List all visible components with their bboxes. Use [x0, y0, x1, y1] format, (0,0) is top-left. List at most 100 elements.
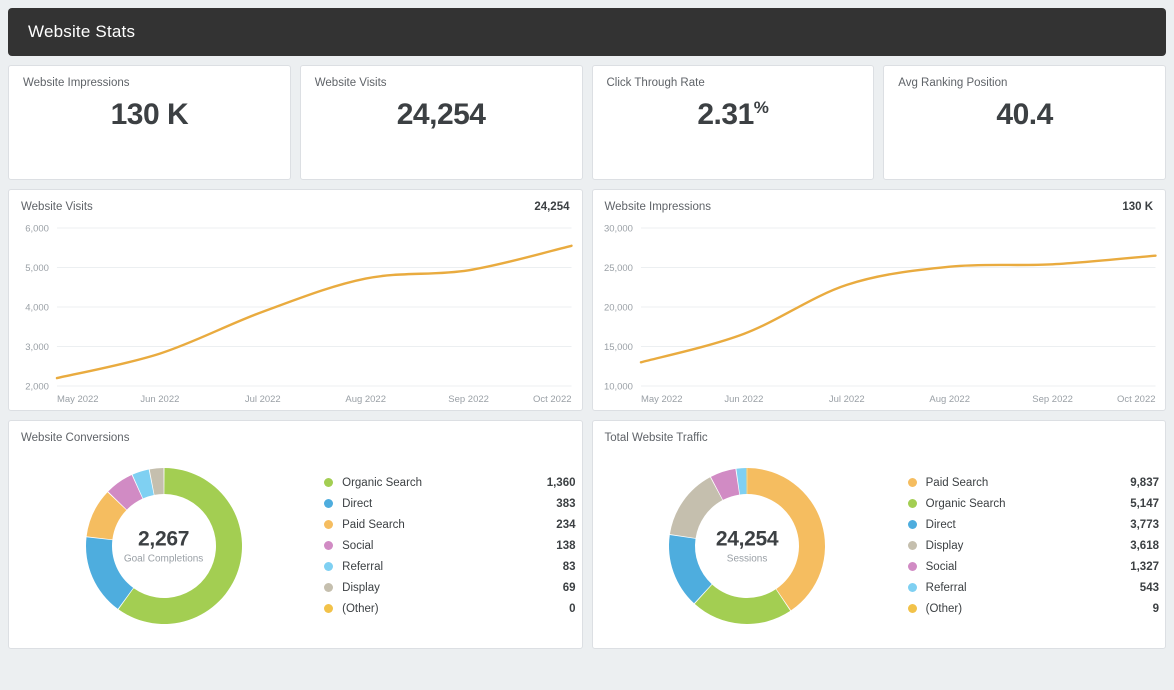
kpi-number: 130 K: [110, 98, 189, 131]
svg-text:4,000: 4,000: [25, 302, 49, 313]
panel-website-impressions-trend[interactable]: Website Impressions 130 K 10,000 15,000 20…: [591, 189, 1166, 411]
legend-item[interactable]: Paid Search 234: [324, 514, 581, 535]
legend-value: 0: [569, 602, 576, 615]
line-chart-row: Website Visits 24,254 2,000 3,000 4,000 5,0…: [8, 189, 1166, 411]
kpi-label: Click Through Rate: [606, 77, 705, 89]
legend-item[interactable]: (Other) 0: [324, 598, 581, 619]
legend-value: 383: [556, 497, 576, 510]
svg-text:May 2022: May 2022: [57, 394, 99, 405]
kpi-value: 2.31%: [593, 98, 874, 132]
line-chart-1: 10,000 15,000 20,000 25,000 30,000 May 2022 Ju…: [593, 220, 1166, 410]
panel-total-website-traffic[interactable]: Total Website Traffic 24,254 Sessions Pa…: [591, 420, 1166, 649]
legend-label: Direct: [342, 497, 373, 510]
legend-item[interactable]: Organic Search 5,147: [907, 493, 1165, 514]
legend-item[interactable]: Direct 3,773: [907, 514, 1165, 535]
legend-item[interactable]: (Other) 9: [907, 598, 1165, 619]
legend-color-swatch: [324, 604, 334, 613]
legend-value: 543: [1139, 581, 1159, 594]
svg-text:2,000: 2,000: [25, 381, 49, 392]
legend-value: 1,360: [546, 476, 576, 489]
svg-text:Aug 2022: Aug 2022: [929, 394, 970, 405]
panel-total-value: 130 K: [1122, 201, 1153, 213]
legend-color-swatch: [907, 520, 917, 529]
legend-color-swatch: [907, 499, 917, 508]
legend-label: Referral: [925, 581, 967, 594]
legend-item[interactable]: Social 138: [324, 535, 581, 556]
panel-title: Total Website Traffic: [604, 432, 708, 444]
legend-value: 69: [562, 581, 576, 594]
legend-item[interactable]: Paid Search 9,837: [907, 472, 1165, 493]
svg-text:3,000: 3,000: [25, 342, 49, 353]
kpi-label: Website Visits: [314, 77, 387, 89]
legend-item[interactable]: Referral 83: [324, 556, 581, 577]
donut-body: 2,267 Goal Completions Organic Search 1,3…: [9, 447, 582, 644]
legend-value: 3,773: [1130, 518, 1159, 531]
kpi-number: 2.31: [697, 98, 754, 131]
legend-item[interactable]: Social 1,327: [907, 556, 1165, 577]
legend-label: Direct: [925, 518, 956, 531]
svg-text:30,000: 30,000: [603, 223, 632, 234]
svg-text:10,000: 10,000: [603, 381, 632, 392]
kpi-suffix: %: [753, 98, 769, 117]
svg-text:Jul 2022: Jul 2022: [245, 394, 281, 405]
kpi-card-website-impressions[interactable]: Website Impressions 130 K: [8, 65, 291, 180]
kpi-card-avg-ranking-position[interactable]: Avg Ranking Position 40.4: [883, 65, 1166, 180]
donut-chart-2: 2,267 Goal Completions: [9, 447, 318, 644]
kpi-card-website-visits[interactable]: Website Visits 24,254: [299, 65, 583, 180]
legend-value: 1,327: [1130, 560, 1159, 573]
panel-header: Website Conversions: [21, 432, 570, 444]
svg-text:15,000: 15,000: [603, 342, 632, 353]
panel-website-conversions[interactable]: Website Conversions 2,267 Goal Completio…: [8, 420, 583, 649]
panel-total-value: 24,254: [534, 201, 570, 213]
legend-value: 138: [556, 539, 576, 552]
legend-color-swatch: [907, 604, 917, 613]
legend-label: Display: [342, 581, 380, 594]
svg-text:6,000: 6,000: [25, 223, 49, 234]
kpi-value: 130 K: [9, 98, 290, 132]
svg-text:Aug 2022: Aug 2022: [345, 394, 386, 405]
svg-text:25,000: 25,000: [603, 263, 632, 274]
legend-color-swatch: [907, 583, 917, 592]
legend-label: (Other): [342, 602, 379, 615]
svg-text:Sep 2022: Sep 2022: [1032, 394, 1073, 405]
kpi-label: Avg Ranking Position: [898, 77, 1008, 89]
legend-3: Paid Search 9,837 Organic Search 5,147 Direc…: [902, 447, 1165, 644]
legend-label: Referral: [342, 560, 384, 573]
legend-item[interactable]: Referral 543: [907, 577, 1165, 598]
kpi-card-click-through-rate[interactable]: Click Through Rate 2.31%: [591, 65, 875, 180]
panel-header: Website Visits 24,254: [21, 201, 570, 213]
legend-label: Social: [342, 539, 374, 552]
svg-text:May 2022: May 2022: [640, 394, 682, 405]
legend-item[interactable]: Direct 383: [324, 493, 581, 514]
legend-color-swatch: [324, 583, 334, 592]
panel-header: Total Website Traffic: [605, 432, 1154, 444]
svg-text:Jun 2022: Jun 2022: [140, 394, 179, 405]
legend-label: Paid Search: [342, 518, 405, 531]
legend-value: 3,618: [1130, 539, 1159, 552]
panel-title: Website Conversions: [21, 432, 130, 444]
legend-label: Social: [925, 560, 957, 573]
legend-value: 9: [1152, 602, 1159, 615]
donut-chart-row: Website Conversions 2,267 Goal Completio…: [8, 420, 1166, 649]
app-header: Website Stats: [8, 8, 1166, 56]
kpi-label: Website Impressions: [23, 77, 130, 89]
kpi-row: Website Impressions 130 K Website Visits…: [8, 65, 1166, 180]
svg-text:5,000: 5,000: [25, 263, 49, 274]
legend-item[interactable]: Display 3,618: [907, 535, 1165, 556]
legend-item[interactable]: Display 69: [324, 577, 581, 598]
kpi-number: 24,254: [396, 98, 486, 131]
legend-color-swatch: [324, 499, 334, 508]
panel-header: Website Impressions 130 K: [605, 201, 1154, 213]
legend-label: Paid Search: [925, 476, 989, 489]
svg-text:Sep 2022: Sep 2022: [448, 394, 489, 405]
panel-website-visits-trend[interactable]: Website Visits 24,254 2,000 3,000 4,000 5,0…: [8, 189, 583, 411]
dashboard-page: Website Stats Website Impressions 130 K …: [0, 0, 1174, 690]
donut-chart-3: 24,254 Sessions: [593, 447, 902, 644]
legend-label: Organic Search: [925, 497, 1006, 510]
legend-item[interactable]: Organic Search 1,360: [324, 472, 581, 493]
svg-text:20,000: 20,000: [603, 302, 632, 313]
legend-label: (Other): [925, 602, 963, 615]
legend-2: Organic Search 1,360 Direct 383 Paid Search 2…: [318, 447, 581, 644]
svg-text:Oct 2022: Oct 2022: [533, 394, 571, 405]
legend-color-swatch: [907, 562, 917, 571]
